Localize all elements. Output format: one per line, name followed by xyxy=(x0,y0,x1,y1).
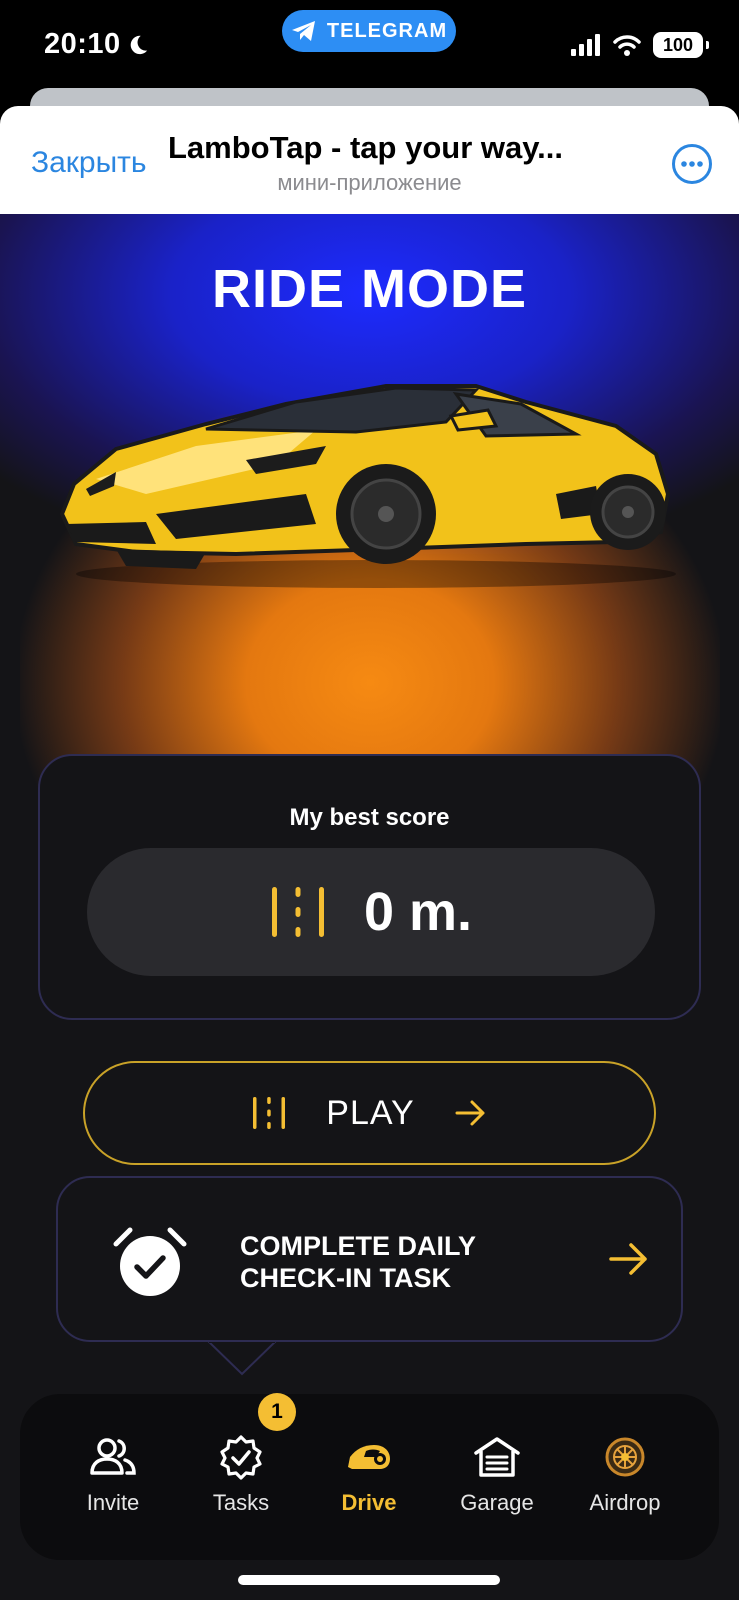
bottom-nav: Invite Tasks Drive Garage Airdrop xyxy=(20,1394,719,1560)
telegram-pill[interactable]: TELEGRAM xyxy=(282,10,456,52)
nav-label-tasks: Tasks xyxy=(212,1490,270,1515)
nav-item-airdrop[interactable]: Airdrop xyxy=(565,1432,685,1516)
nav-item-invite[interactable]: Invite xyxy=(53,1432,173,1516)
arrow-right-icon xyxy=(609,1243,647,1275)
moon-icon xyxy=(130,35,147,54)
status-right: 100 xyxy=(571,32,709,58)
nav-label-drive: Drive xyxy=(341,1490,397,1515)
play-button[interactable]: PLAY xyxy=(83,1061,656,1165)
status-bar: 20:10 TELEGRAM 100 xyxy=(0,0,739,100)
best-score-card: My best score 0 m. xyxy=(38,754,701,1020)
more-dots-icon[interactable] xyxy=(671,143,713,185)
nav-label-airdrop: Airdrop xyxy=(589,1490,661,1515)
nav-item-drive[interactable]: Drive xyxy=(309,1432,429,1516)
nav-item-garage[interactable]: Garage xyxy=(437,1432,557,1516)
daily-checkin-text: COMPLETE DAILY CHECK-IN TASK xyxy=(240,1230,540,1294)
battery-indicator: 100 xyxy=(653,32,709,58)
users-icon xyxy=(90,1438,136,1475)
road-lines-icon xyxy=(253,1097,286,1129)
alarm-clock-check-icon xyxy=(113,1227,187,1296)
tasks-badge: 1 xyxy=(258,1393,296,1431)
home-indicator[interactable] xyxy=(238,1575,500,1585)
arrow-right-icon xyxy=(455,1100,485,1126)
ride-mode-title: RIDE MODE xyxy=(211,259,528,319)
sports-car-image xyxy=(59,384,676,588)
daily-checkin-line1: COMPLETE DAILY xyxy=(240,1231,477,1261)
road-lines-icon xyxy=(271,887,324,937)
nav-label-invite: Invite xyxy=(86,1490,140,1515)
telegram-icon xyxy=(291,21,315,41)
wifi-icon xyxy=(613,35,641,56)
app-subtitle: мини-приложение xyxy=(277,170,462,195)
best-score-label: My best score xyxy=(289,804,450,831)
badge-check-icon xyxy=(220,1435,262,1480)
telegram-pill-label: TELEGRAM xyxy=(326,19,448,42)
main-content: RIDE MODE My best score 0 m. PLAY COMPLE… xyxy=(0,214,739,1600)
signal-icon xyxy=(571,34,600,56)
battery-level: 100 xyxy=(662,34,694,55)
nav-label-garage: Garage xyxy=(460,1490,534,1515)
app-title: LamboTap - tap your way... xyxy=(168,130,564,165)
daily-checkin-card[interactable]: COMPLETE DAILY CHECK-IN TASK xyxy=(56,1176,683,1342)
garage-icon xyxy=(474,1437,520,1477)
nav-item-tasks[interactable]: Tasks xyxy=(181,1432,301,1516)
status-time: 20:10 xyxy=(44,28,149,61)
daily-checkin-line2: CHECK-IN TASK xyxy=(240,1263,451,1293)
tooltip-tail xyxy=(207,1340,277,1376)
clock-text: 20:10 xyxy=(44,28,121,60)
car-icon xyxy=(348,1445,390,1469)
best-score-value: 0 m. xyxy=(363,882,473,942)
play-label: PLAY xyxy=(326,1093,415,1132)
miniapp-header: Закрыть LamboTap - tap your way... мини-… xyxy=(0,106,739,214)
coin-icon xyxy=(605,1437,645,1477)
best-score-pill: 0 m. xyxy=(87,848,655,976)
